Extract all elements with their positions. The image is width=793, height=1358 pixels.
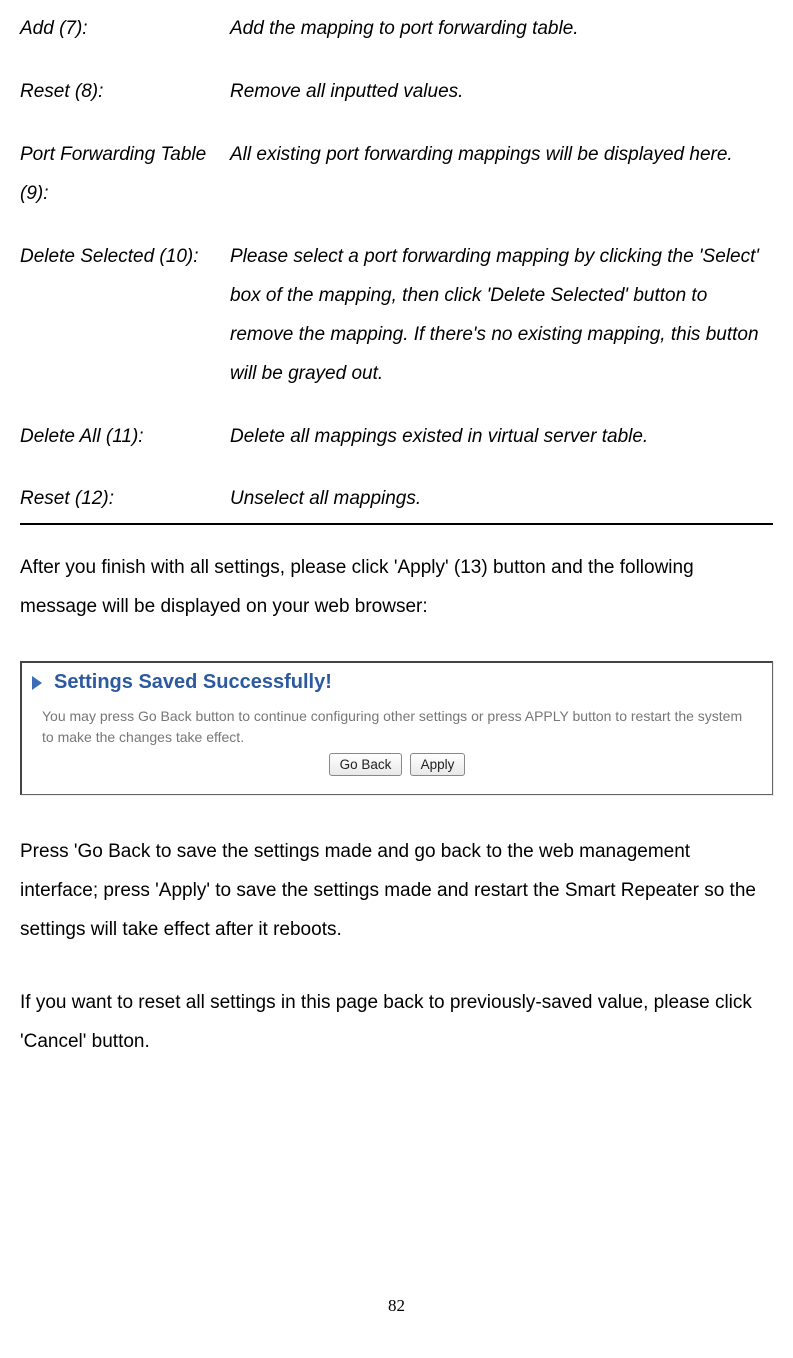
definition-desc: Remove all inputted values. xyxy=(230,73,773,112)
settings-saved-dialog: Settings Saved Successfully! You may pre… xyxy=(20,661,773,795)
dialog-title: Settings Saved Successfully! xyxy=(54,671,332,694)
page-number: 82 xyxy=(0,1296,793,1316)
definition-desc: All existing port forwarding mappings wi… xyxy=(230,136,773,214)
apply-button[interactable]: Apply xyxy=(410,753,466,776)
dialog-body-text: You may press Go Back button to continue… xyxy=(22,696,772,753)
reset-paragraph: If you want to reset all settings in thi… xyxy=(20,984,773,1062)
definition-row: Add (7): Add the mapping to port forward… xyxy=(20,10,773,49)
definition-desc: Please select a port forwarding mapping … xyxy=(230,238,773,394)
definition-row: Port Forwarding Table (9): All existing … xyxy=(20,136,773,214)
arrow-right-icon xyxy=(32,676,48,690)
go-back-apply-paragraph: Press 'Go Back to save the settings made… xyxy=(20,833,773,950)
definition-desc: Add the mapping to port forwarding table… xyxy=(230,10,773,49)
definition-term: Port Forwarding Table (9): xyxy=(20,136,230,214)
definition-desc: Delete all mappings existed in virtual s… xyxy=(230,418,773,457)
dialog-header: Settings Saved Successfully! xyxy=(22,663,772,696)
instruction-paragraph: After you finish with all settings, plea… xyxy=(20,549,773,627)
definition-term: Reset (12): xyxy=(20,480,230,519)
definition-term: Reset (8): xyxy=(20,73,230,112)
dialog-button-row: Go Back Apply xyxy=(22,753,772,794)
definition-list: Add (7): Add the mapping to port forward… xyxy=(20,10,773,519)
definition-desc: Unselect all mappings. xyxy=(230,480,773,519)
definition-row: Delete All (11): Delete all mappings exi… xyxy=(20,418,773,457)
definition-term: Delete All (11): xyxy=(20,418,230,457)
section-divider xyxy=(20,523,773,525)
go-back-button[interactable]: Go Back xyxy=(329,753,403,776)
definition-term: Delete Selected (10): xyxy=(20,238,230,394)
definition-row: Reset (8): Remove all inputted values. xyxy=(20,73,773,112)
definition-term: Add (7): xyxy=(20,10,230,49)
definition-row: Reset (12): Unselect all mappings. xyxy=(20,480,773,519)
definition-row: Delete Selected (10): Please select a po… xyxy=(20,238,773,394)
